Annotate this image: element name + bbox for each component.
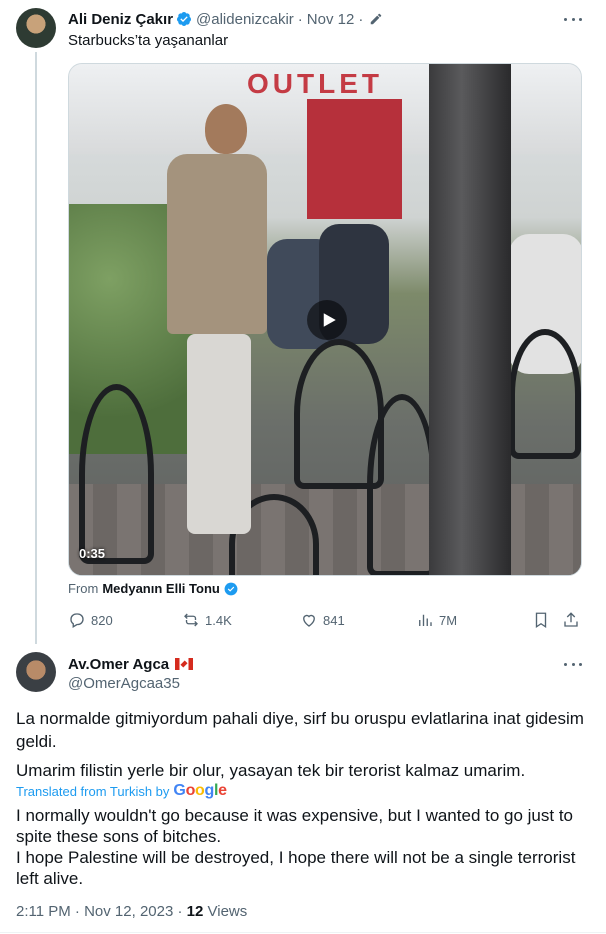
share-button[interactable] (562, 611, 585, 629)
store-sign-text: OUTLET (247, 68, 383, 99)
standing-man (167, 104, 267, 544)
retweet-count: 1.4K (205, 612, 232, 628)
separator-dot: · (297, 10, 303, 28)
separator-dot: · (358, 10, 364, 28)
bookmark-button[interactable] (532, 611, 555, 629)
google-logo: Google (173, 782, 227, 799)
tweet-text: La normalde gitmiyordum pahali diye, sir… (16, 707, 590, 790)
divider (0, 932, 606, 933)
more-dots-icon[interactable] (564, 10, 582, 28)
translated-text-line: I hope Palestine will be destroyed, I ho… (16, 848, 576, 888)
avatar[interactable] (16, 652, 56, 692)
author-name[interactable]: Av.Omer Agca (68, 656, 169, 673)
author-handle[interactable]: @OmerAgcaa35 (68, 675, 180, 692)
tweet-metadata: 2:11 PM · Nov 12, 2023 · 12 Views (16, 903, 247, 920)
edit-pencil-icon[interactable] (369, 12, 383, 26)
translated-text: I normally wouldn't go because it was ex… (16, 805, 590, 889)
like-count: 841 (323, 612, 345, 628)
cafe-chair (367, 394, 437, 575)
translated-label: Translated from Turkish by (16, 783, 170, 799)
tweet-timestamp[interactable]: 2:11 PM · Nov 12, 2023 · (16, 903, 182, 920)
verified-badge-icon (177, 12, 192, 26)
like-button[interactable]: 841 (300, 611, 345, 629)
avatar[interactable] (16, 8, 56, 48)
source-account-name[interactable]: Medyanın Elli Tonu (102, 581, 219, 596)
views-count: 7M (439, 612, 458, 628)
retweet-icon (184, 613, 198, 627)
reply-icon (70, 613, 84, 628)
video-attribution: From Medyanın Elli Tonu (68, 581, 242, 596)
play-button[interactable] (307, 300, 347, 340)
views-label: Views (207, 903, 248, 920)
tweet-actions: 820 1.4K 841 7M (68, 610, 582, 630)
play-icon (323, 313, 336, 327)
retweet-button[interactable]: 1.4K (182, 611, 232, 629)
cafe-chair (509, 329, 581, 459)
from-label: From (68, 581, 99, 596)
pillar (429, 64, 511, 575)
like-icon (303, 614, 315, 627)
translation-attribution[interactable]: Translated from Turkish by Google (16, 782, 227, 800)
author-handle[interactable]: @alidenizcakir (196, 11, 294, 28)
tweet-header: Av.Omer Agca (68, 655, 194, 673)
translated-text-line: I normally wouldn't go because it was ex… (16, 806, 574, 846)
tweet-header: Ali Deniz Çakır @alidenizcakir · Nov 12 … (68, 10, 383, 28)
verified-badge-icon (224, 582, 238, 595)
share-icon (564, 612, 578, 627)
bookmark-icon (535, 612, 547, 629)
tweet-text-line: Umarim filistin yerle bir olur, yasayan … (16, 761, 526, 780)
views-icon (419, 614, 432, 626)
views-button[interactable]: 7M (416, 611, 457, 629)
thread-connector-line (35, 52, 37, 644)
tweet-text: Starbucks’ta yaşananlar (68, 32, 229, 49)
tweet-date[interactable]: Nov 12 (307, 11, 355, 28)
canada-flag-icon (175, 658, 194, 670)
reply-button[interactable]: 820 (68, 611, 113, 629)
video-duration: 0:35 (79, 546, 106, 561)
author-name[interactable]: Ali Deniz Çakır (68, 11, 173, 28)
tweet-text-line: La normalde gitmiyordum pahali diye, sir… (16, 709, 584, 751)
reply-count: 820 (91, 612, 113, 628)
cafe-chair (79, 384, 154, 564)
video-player[interactable]: OUTLET 0:35 (68, 63, 582, 576)
more-dots-icon[interactable] (564, 655, 582, 673)
views-count: 12 (186, 903, 204, 920)
store-window (307, 99, 402, 219)
